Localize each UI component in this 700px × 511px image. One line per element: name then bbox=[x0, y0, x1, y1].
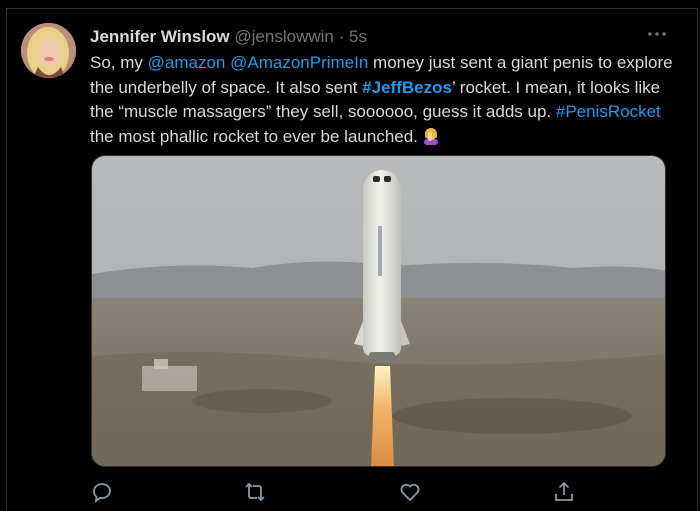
woman-facepalming-emoji bbox=[421, 125, 441, 145]
more-options-icon[interactable] bbox=[645, 24, 669, 44]
avatar[interactable] bbox=[21, 23, 76, 78]
author-name[interactable]: Jennifer Winslow bbox=[90, 27, 230, 46]
tweet-time[interactable]: 5s bbox=[349, 27, 367, 46]
separator-dot: · bbox=[338, 27, 345, 46]
tweet-text-part: So, my bbox=[90, 53, 148, 72]
avatar-photo bbox=[21, 23, 76, 78]
tweet-text: So, my @amazon @AmazonPrimeIn money just… bbox=[90, 51, 680, 149]
tweet-media-image[interactable] bbox=[91, 155, 666, 467]
reply-icon[interactable] bbox=[90, 480, 114, 504]
tweet-actions bbox=[90, 480, 680, 506]
hashtag-penisrocket[interactable]: #PenisRocket bbox=[556, 102, 661, 121]
rocket-launch-photo bbox=[92, 156, 665, 466]
mention-amazonprimein[interactable]: @AmazonPrimeIn bbox=[230, 53, 368, 72]
hashtag-jeffbezos[interactable]: #JeffBezos bbox=[362, 78, 452, 97]
tweet-header: Jennifer Winslow @jenslowwin · 5s bbox=[90, 26, 367, 48]
mention-amazon[interactable]: @amazon bbox=[148, 53, 226, 72]
author-handle[interactable]: @jenslowwin bbox=[234, 27, 333, 46]
retweet-icon[interactable] bbox=[243, 480, 267, 504]
share-icon[interactable] bbox=[552, 480, 576, 504]
like-icon[interactable] bbox=[398, 480, 422, 504]
tweet-text-part: the most phallic rocket to ever be launc… bbox=[90, 126, 418, 146]
